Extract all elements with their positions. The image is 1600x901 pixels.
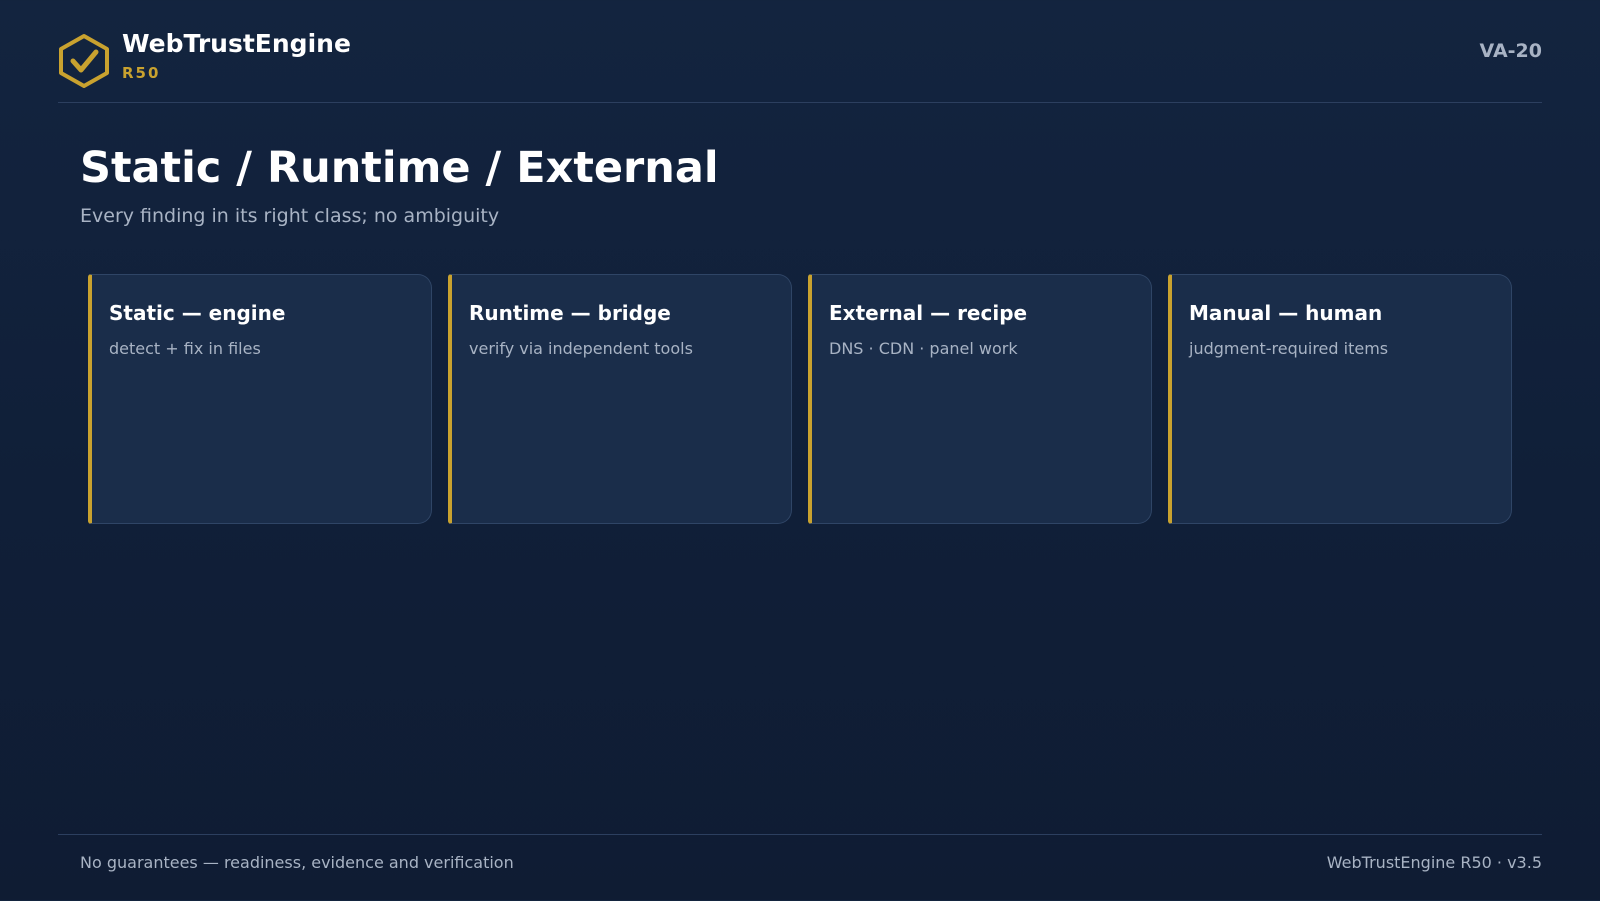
card-title: Runtime — bridge xyxy=(469,301,671,325)
card-description: verify via independent tools xyxy=(469,339,693,358)
page-title: Static / Runtime / External xyxy=(80,143,719,193)
slide-id: VA-20 xyxy=(1479,40,1542,62)
hexagon-check-icon xyxy=(58,33,110,89)
page-subtitle: Every finding in its right class; no amb… xyxy=(80,205,500,227)
card-title: Static — engine xyxy=(109,301,286,325)
header: WebTrustEngine R50 VA-20 xyxy=(58,0,1542,103)
card-title: Manual — human xyxy=(1189,301,1383,325)
card-manual: Manual — human judgment-required items xyxy=(1168,274,1512,524)
card-title: External — recipe xyxy=(829,301,1028,325)
card-description: judgment-required items xyxy=(1189,339,1389,358)
footer-version: WebTrustEngine R50 · v3.5 xyxy=(1326,853,1542,872)
card-description: detect + fix in files xyxy=(109,339,261,358)
card-runtime: Runtime — bridge verify via independent … xyxy=(448,274,792,524)
footer: No guarantees — readiness, evidence and … xyxy=(58,834,1542,901)
card-static: Static — engine detect + fix in files xyxy=(88,274,432,524)
footer-disclaimer: No guarantees — readiness, evidence and … xyxy=(80,853,514,872)
brand-name: WebTrustEngine xyxy=(122,29,351,58)
brand-version: R50 xyxy=(122,64,161,82)
card-description: DNS · CDN · panel work xyxy=(829,339,1018,358)
card-external: External — recipe DNS · CDN · panel work xyxy=(808,274,1152,524)
